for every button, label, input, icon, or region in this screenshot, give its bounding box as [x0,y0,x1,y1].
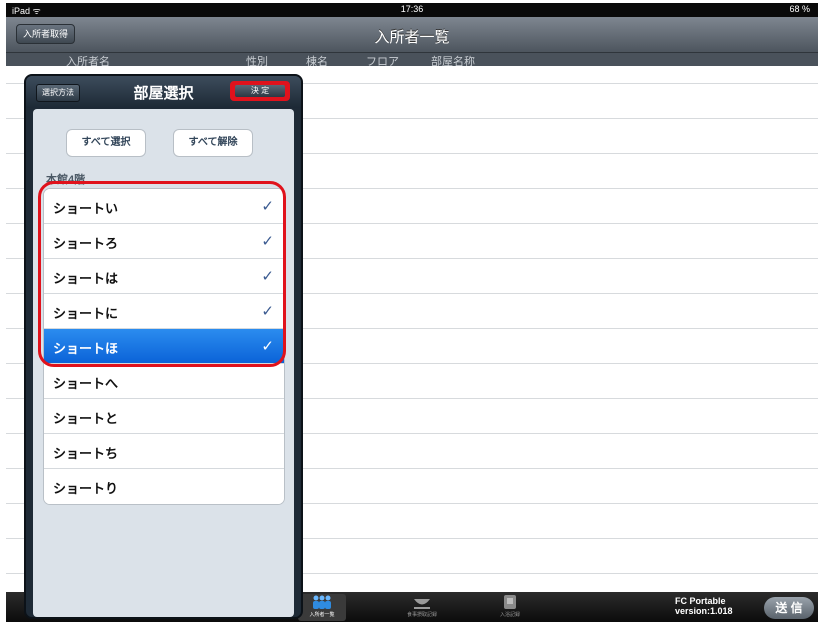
send-button[interactable]: 送 信 [764,597,814,619]
deselect-all-button[interactable]: すべて解除 [173,129,253,157]
room-item[interactable]: ショートり [44,469,284,504]
app-name: FC Portable [675,596,726,606]
status-bar: iPad ᯤ 17:36 68 % [6,3,818,17]
selected-rooms-highlight [38,181,286,367]
room-label: ショートへ [53,376,119,391]
select-all-button[interactable]: すべて選択 [66,129,146,157]
done-button[interactable]: 決 定 [235,85,285,97]
tab-meal-record[interactable]: 食事摂取記録 [398,594,446,621]
version-label: version:1.018 [675,606,733,616]
people-icon [313,595,331,609]
bowl-icon [414,599,430,609]
tab-residents-label: 入所者一覧 [309,612,335,618]
room-item[interactable]: ショートへ [44,364,284,399]
tab-bath-record-label: 入浴記録 [499,612,520,618]
tab-meal-record-label: 食事摂取記録 [406,612,437,618]
app-version: FC Portable version:1.018 [675,596,733,616]
bath-icon [504,595,516,609]
battery-indicator: 68 % [789,4,810,14]
popover-header: 選択方法 部屋選択 決 定 [26,76,301,108]
room-item[interactable]: ショートと [44,399,284,434]
tab-bath-record[interactable]: 入浴記録 [486,594,534,621]
navigation-bar: 入所者取得 入所者一覧 [6,17,818,53]
room-label: ショートり [53,481,119,496]
done-button-highlight: 決 定 [230,81,290,101]
column-header-strip: 入所者名 性別 棟名 フロア 部屋名称 [6,53,818,68]
room-label: ショートち [53,446,119,461]
tab-residents[interactable]: 入所者一覧 [298,594,346,621]
room-item[interactable]: ショートち [44,434,284,469]
clock: 17:36 [400,4,424,14]
page-title: 入所者一覧 [374,29,450,46]
room-label: ショートと [53,411,119,426]
